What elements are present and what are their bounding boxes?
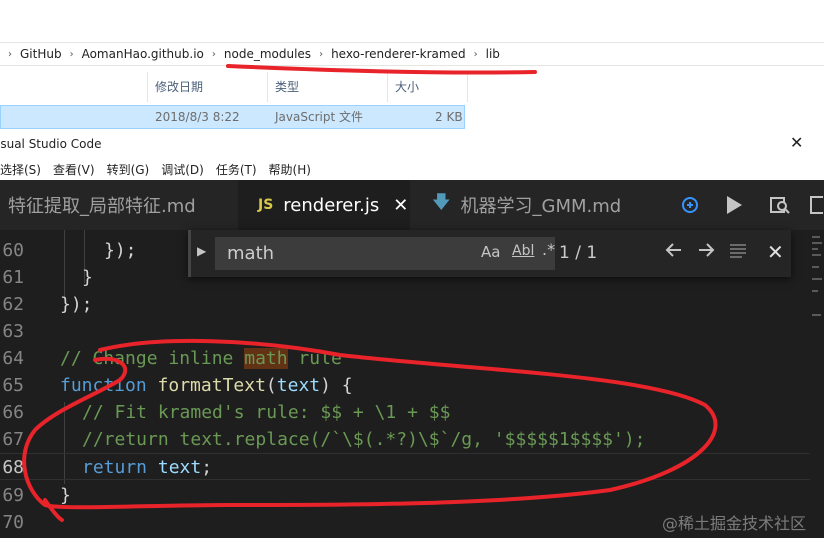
javascript-file-icon: JS: [258, 197, 274, 213]
menu-selection[interactable]: 选择(S): [0, 161, 47, 178]
match-whole-word-toggle[interactable]: Abl: [512, 243, 534, 259]
line-number: 66: [2, 402, 24, 423]
code-text: }: [60, 485, 71, 506]
chevron-right-icon[interactable]: ›: [62, 49, 82, 60]
code-text: }: [82, 267, 93, 288]
tab-features-md[interactable]: 特征提取_局部特征.md: [8, 180, 238, 230]
close-icon[interactable]: ✕: [393, 195, 408, 216]
close-icon[interactable]: ✕: [790, 133, 803, 152]
file-date: 2018/8/3 8:22: [155, 110, 240, 124]
watermark: @稀土掘金技术社区: [662, 514, 807, 533]
code-text: });: [104, 240, 137, 261]
window-title: isual Studio Code: [0, 137, 102, 151]
code-text: return text;: [82, 457, 213, 478]
tab-label: 特征提取_局部特征.md: [8, 196, 196, 217]
find-in-selection-icon[interactable]: [729, 240, 747, 264]
code-text: //return text.replace(/`\$(.*?)\$`/g, '$…: [82, 429, 646, 450]
editor-tabs: 特征提取_局部特征.md JS renderer.js ✕ 🡇 机器学习_GMM…: [0, 180, 824, 230]
line-number: 69: [2, 485, 24, 506]
tab-renderer-js[interactable]: JS renderer.js ✕: [238, 180, 410, 230]
vscode-title-bar: isual Studio Code ✕: [0, 131, 824, 158]
menu-go[interactable]: 转到(G): [101, 161, 156, 178]
line-number: 65: [2, 375, 24, 396]
menu-debug[interactable]: 调试(D): [155, 161, 210, 178]
code-line: 66 // Fit kramed's rule: $$ + \1 + $$: [0, 399, 810, 426]
column-header-type[interactable]: 类型: [268, 72, 388, 102]
code-text: });: [60, 294, 93, 315]
match-count: 1 / 1: [559, 243, 598, 263]
tab-label: renderer.js: [283, 194, 380, 216]
file-row-selected[interactable]: 2018/8/3 8:22 JavaScript 文件 2 KB: [0, 105, 465, 129]
menu-view[interactable]: 查看(V): [47, 161, 101, 178]
code-line-current: 68 return text;: [0, 453, 810, 480]
regex-toggle[interactable]: .*: [542, 240, 555, 259]
match-case-toggle[interactable]: Aa: [481, 243, 500, 261]
explorer-top-strip: [0, 0, 824, 38]
code-text: function formatText(text) {: [60, 375, 353, 396]
menu-bar: 选择(S) 查看(V) 转到(G) 调试(D) 任务(T) 帮助(H): [0, 158, 824, 180]
preview-icon[interactable]: [762, 180, 798, 230]
find-input-box: Aa Abl .*: [215, 237, 555, 270]
breadcrumb-lib[interactable]: lib: [486, 47, 500, 61]
line-number: 62: [2, 294, 24, 315]
tab-label: 机器学习_GMM.md: [460, 196, 622, 217]
code-line: 69 }: [0, 482, 810, 509]
breadcrumb-repo[interactable]: AomanHao.github.io: [82, 47, 204, 61]
chevron-right-icon: ›: [8, 48, 12, 60]
find-widget: ▶ Aa Abl .* 1 / 1 ✕: [188, 230, 791, 277]
code-line: 67 //return text.replace(/`\$(.*?)\$`/g,…: [0, 426, 810, 453]
run-icon[interactable]: [716, 180, 752, 230]
code-text: // Fit kramed's rule: $$ + \1 + $$: [82, 402, 451, 423]
code-line: 65 function formatText(text) {: [0, 372, 810, 399]
close-icon[interactable]: ✕: [767, 240, 784, 264]
chevron-right-icon[interactable]: ›: [466, 49, 486, 60]
breadcrumb-separator: ›: [0, 49, 20, 60]
file-type: JavaScript 文件: [275, 110, 363, 124]
line-number: 67: [2, 429, 24, 450]
split-editor-icon[interactable]: [808, 180, 824, 230]
tab-gmm-md[interactable]: 🡇 机器学习_GMM.md: [410, 180, 660, 230]
column-header-name[interactable]: [0, 72, 148, 102]
markdown-file-icon: 🡇: [432, 192, 451, 213]
chevron-right-icon[interactable]: ›: [204, 49, 224, 60]
menu-tasks[interactable]: 任务(T): [210, 161, 263, 178]
line-number: 70: [2, 512, 24, 533]
breadcrumb-github[interactable]: GitHub: [20, 47, 62, 61]
toggle-replace-icon[interactable]: ▶: [197, 244, 206, 258]
breadcrumb-node-modules[interactable]: node_modules: [224, 47, 311, 61]
find-input[interactable]: [227, 237, 447, 270]
chevron-right-icon[interactable]: ›: [311, 49, 331, 60]
address-bar[interactable]: › GitHub › AomanHao.github.io › node_modul…: [0, 42, 824, 66]
line-number: 61: [2, 267, 24, 288]
code-line: 63: [0, 318, 810, 345]
line-number: 63: [2, 321, 24, 342]
line-number: 68: [2, 457, 24, 478]
menu-help[interactable]: 帮助(H): [263, 161, 317, 178]
search-match-highlight: math: [244, 348, 288, 369]
minimap[interactable]: [810, 230, 824, 538]
code-text: // Change inline math rule: [60, 348, 342, 369]
file-explorer-window: › GitHub › AomanHao.github.io › node_modul…: [0, 0, 824, 131]
column-headers: 修改日期 类型 大小: [0, 72, 824, 102]
file-size: 2 KB: [435, 110, 463, 124]
column-header-size[interactable]: 大小: [388, 72, 468, 102]
code-line: 64 // Change inline math rule: [0, 345, 810, 372]
code-line: 62 });: [0, 291, 810, 318]
next-match-icon[interactable]: [697, 240, 715, 264]
previous-match-icon[interactable]: [665, 240, 683, 264]
open-changes-icon[interactable]: [672, 180, 708, 230]
column-header-date[interactable]: 修改日期: [148, 72, 268, 102]
line-number: 64: [2, 348, 24, 369]
breadcrumb-hexo-renderer-kramed[interactable]: hexo-renderer-kramed: [331, 47, 466, 61]
line-number: 60: [2, 240, 24, 261]
